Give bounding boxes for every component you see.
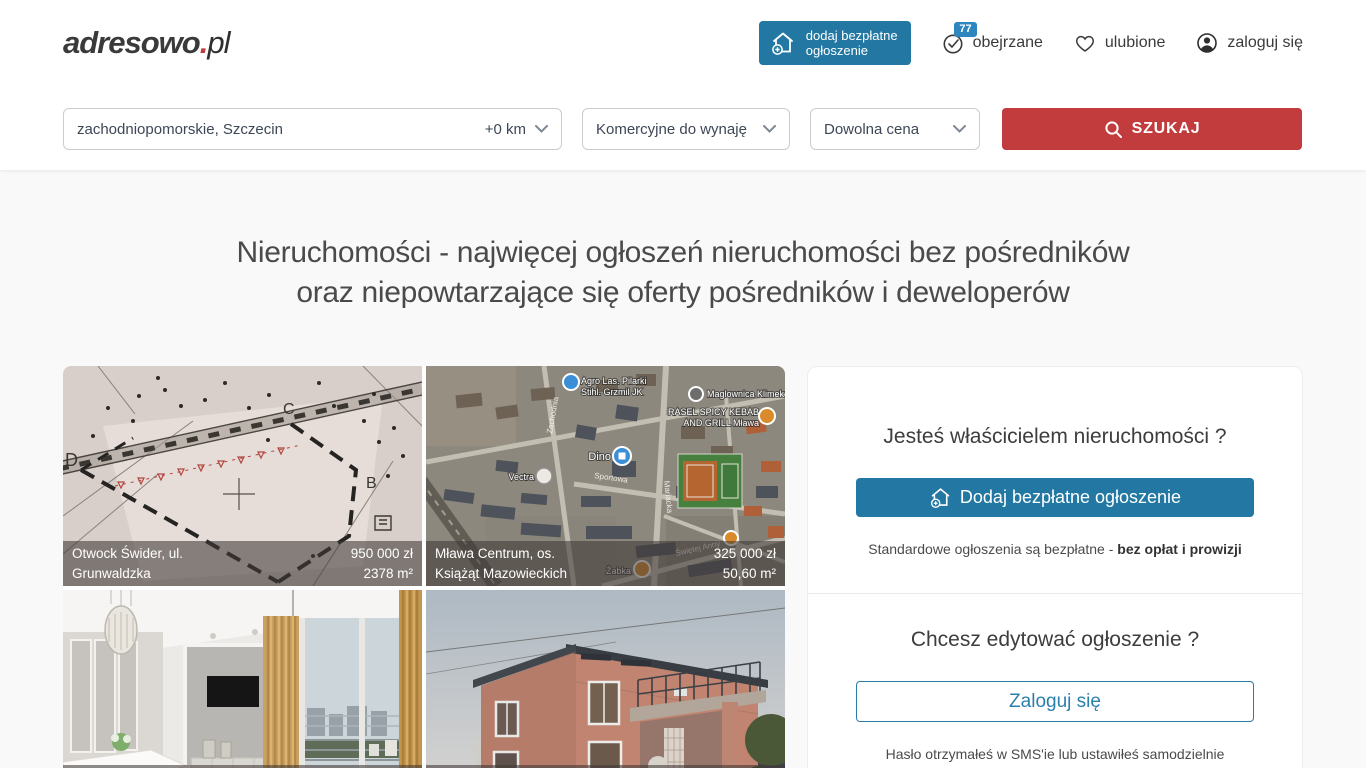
- edit-section: Chcesz edytować ogłoszenie ? Zaloguj się…: [808, 593, 1302, 768]
- logo-tld: pl: [207, 25, 229, 60]
- map-label-agro1: Agro Las. Pilarki: [581, 376, 647, 386]
- owner-heading: Jesteś właścicielem nieruchomości ?: [856, 425, 1254, 449]
- listing-area: 2378 m²: [351, 564, 413, 584]
- radius-select[interactable]: +0 km: [485, 121, 548, 138]
- map-label-kebab2: AND GRILL Mława: [683, 418, 759, 428]
- map-label-maglownica: Maglownica Klimek: [707, 389, 785, 399]
- viewed-count-badge: 77: [954, 22, 976, 37]
- listing-card-milejow[interactable]: Milejów Osada 750 000 zł: [426, 590, 785, 768]
- search-icon: [1104, 120, 1123, 139]
- page-title-line2: oraz niepowtarzające się oferty pośredni…: [296, 276, 1069, 309]
- add-listing-label-line1: dodaj bezpłatne: [806, 28, 898, 43]
- top-bar: adresowo.pl dodaj bezpłatne ogłoszenie: [0, 0, 1366, 170]
- search-bar: zachodniopomorskie, Szczecin +0 km Komer…: [63, 86, 1303, 170]
- radius-value: +0 km: [485, 121, 526, 138]
- listing-price: 325 000 zł: [714, 544, 776, 564]
- plan-label-b: B: [366, 475, 377, 492]
- edit-heading: Chcesz edytować ogłoszenie ?: [856, 628, 1254, 652]
- search-button[interactable]: SZUKAJ: [1002, 108, 1302, 150]
- listing-photo-interior: [63, 590, 422, 768]
- chevron-down-icon: [945, 125, 966, 133]
- heart-icon: [1073, 32, 1097, 54]
- add-listing-cta-button[interactable]: Dodaj bezpłatne ogłoszenie: [856, 478, 1254, 517]
- listings-grid: C B D Otwock Świder, ul. Grunwaldzka 950…: [63, 366, 785, 768]
- owner-note: Standardowe ogłoszenia są bezpłatne - be…: [856, 541, 1254, 557]
- favorites-link[interactable]: ulubione: [1073, 32, 1166, 54]
- listing-price: 950 000 zł: [351, 544, 413, 564]
- login-link[interactable]: zaloguj się: [1195, 31, 1303, 55]
- favorites-label: ulubione: [1105, 34, 1166, 52]
- category-value: Komercyjne do wynaję: [596, 121, 747, 138]
- logo-text: adresowo: [63, 25, 200, 60]
- listing-caption: Otwock Świder, ul. Grunwaldzka 950 000 z…: [63, 541, 422, 586]
- header: adresowo.pl dodaj bezpłatne ogłoszenie: [63, 0, 1303, 86]
- listing-card-mlawa[interactable]: Agro Las. Pilarki Stihl. Grzmil JK Maglo…: [426, 366, 785, 586]
- listing-location-line1: Mława Centrum, os.: [435, 544, 567, 564]
- login-label: zaloguj się: [1227, 34, 1303, 52]
- map-label-kebab1: RASEL SPICY KEBAB: [668, 407, 759, 417]
- add-listing-cta-label: Dodaj bezpłatne ogłoszenie: [960, 487, 1181, 508]
- price-select[interactable]: Dowolna cena: [810, 108, 980, 150]
- page-title: Nieruchomości - najwięcej ogłoszeń nieru…: [63, 170, 1303, 313]
- listing-location-line1: Otwock Świder, ul.: [72, 544, 183, 564]
- listing-caption: Mława Centrum, os. Książąt Mazowieckich …: [426, 541, 785, 586]
- listing-photo-house: [426, 590, 785, 768]
- header-nav: dodaj bezpłatne ogłoszenie 77: [759, 21, 1303, 65]
- viewed-label: obejrzane: [973, 34, 1043, 52]
- price-value: Dowolna cena: [824, 121, 919, 138]
- user-icon: [1195, 31, 1219, 55]
- search-button-label: SZUKAJ: [1132, 120, 1201, 138]
- login-button[interactable]: Zaloguj się: [856, 681, 1254, 722]
- add-listing-button[interactable]: dodaj bezpłatne ogłoszenie: [759, 21, 911, 65]
- location-input[interactable]: zachodniopomorskie, Szczecin +0 km: [63, 108, 562, 150]
- page-title-line1: Nieruchomości - najwięcej ogłoszeń nieru…: [237, 236, 1130, 269]
- owner-panel: Jesteś właścicielem nieruchomości ? Doda…: [807, 366, 1303, 768]
- logo[interactable]: adresowo.pl: [63, 25, 229, 61]
- location-value: zachodniopomorskie, Szczecin: [77, 121, 283, 138]
- chevron-down-icon: [755, 125, 776, 133]
- add-listing-label-line2: ogłoszenie: [806, 43, 898, 58]
- listing-location-line2: Grunwaldzka: [72, 564, 183, 584]
- plan-label-c: C: [283, 401, 295, 418]
- category-select[interactable]: Komercyjne do wynaję: [582, 108, 790, 150]
- house-add-icon: [770, 30, 797, 56]
- map-label-agro2: Stihl. Grzmil JK: [581, 387, 643, 397]
- plan-label-d: D: [65, 450, 78, 470]
- chevron-down-icon: [535, 125, 548, 133]
- house-add-icon: [929, 486, 953, 509]
- listing-area: 50,60 m²: [714, 564, 776, 584]
- listing-card-gdansk[interactable]: Gdańsk Morena, ul. 775 000 zł: [63, 590, 422, 768]
- listing-card-otwock[interactable]: C B D Otwock Świder, ul. Grunwaldzka 950…: [63, 366, 422, 586]
- map-label-dino: Dino: [588, 451, 611, 463]
- owner-section: Jesteś właścicielem nieruchomości ? Doda…: [808, 367, 1302, 593]
- map-label-vectra: Vectra: [508, 472, 534, 482]
- listing-location-line2: Książąt Mazowieckich: [435, 564, 567, 584]
- edit-note: Hasło otrzymałeś w SMS'ie lub ustawiłeś …: [856, 746, 1254, 762]
- viewed-link[interactable]: 77 obejrzane: [941, 31, 1043, 55]
